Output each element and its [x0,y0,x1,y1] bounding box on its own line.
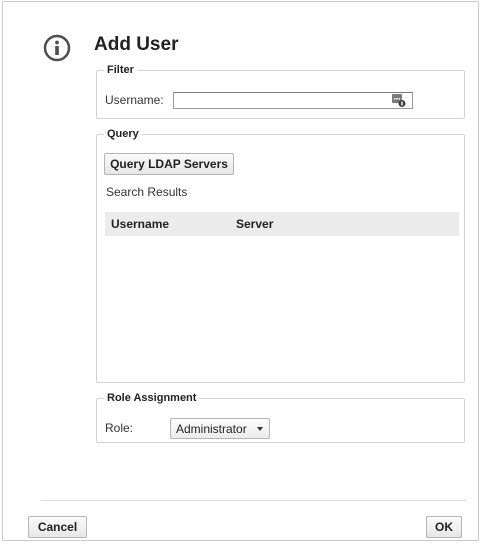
results-table-body [105,236,459,386]
filter-group: Filter Username: [96,64,465,119]
role-assignment-group: Role Assignment Role: Administrator [96,392,465,443]
column-header-server[interactable]: Server [236,217,273,231]
cancel-button[interactable]: Cancel [28,516,87,538]
username-input[interactable] [173,92,413,109]
add-user-dialog: Add User Filter Username: Query Query LD… [2,1,479,541]
role-select-value: Administrator [176,422,247,436]
query-legend: Query [107,128,139,140]
role-select[interactable]: Administrator [170,418,270,439]
filter-legend: Filter [107,64,134,76]
results-table-header: Username Server [105,212,459,236]
info-icon [43,34,71,62]
dialog-title: Add User [94,34,179,55]
role-assignment-legend: Role Assignment [107,392,197,404]
lookup-icon[interactable] [392,94,406,107]
chevron-down-icon [257,427,263,431]
role-label: Role: [105,421,134,435]
username-label: Username: [105,93,164,107]
ok-button[interactable]: OK [426,516,462,538]
column-header-username[interactable]: Username [111,217,169,231]
search-results-label: Search Results [106,185,188,199]
query-ldap-servers-button[interactable]: Query LDAP Servers [104,153,234,175]
footer-divider [41,500,466,501]
query-group: Query Query LDAP Servers Search Results … [96,128,465,383]
